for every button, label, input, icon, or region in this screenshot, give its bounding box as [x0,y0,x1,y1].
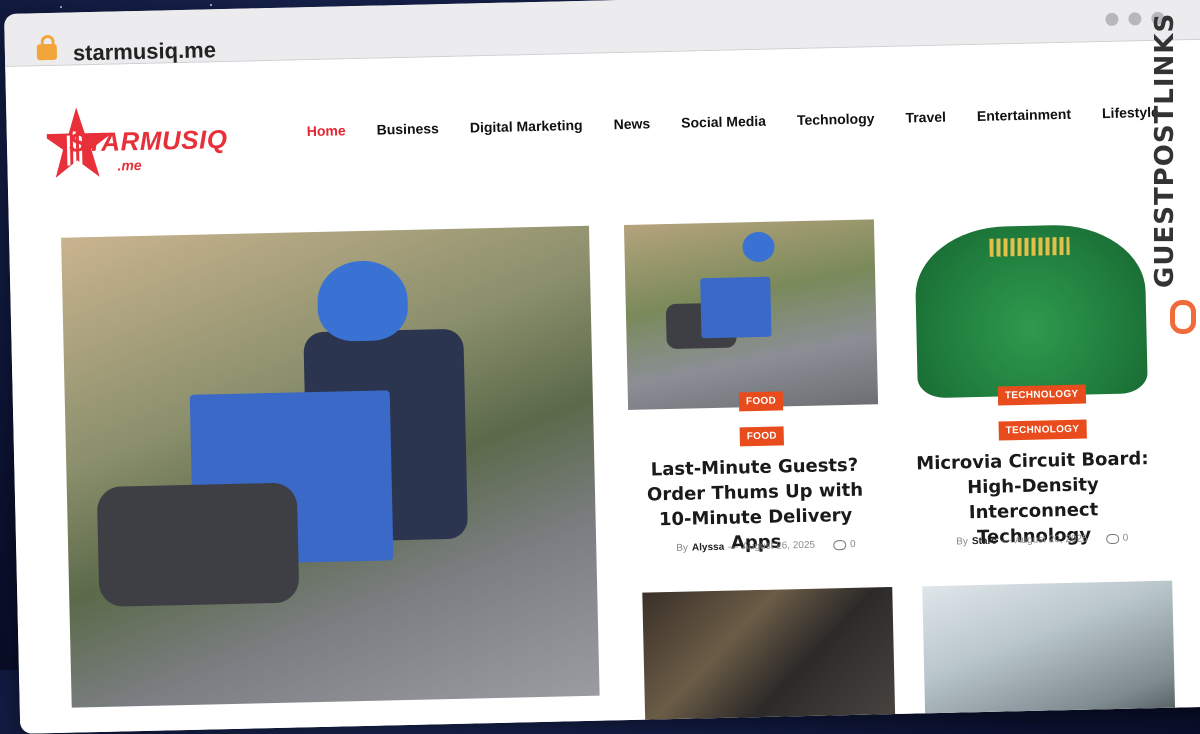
main-navigation: Home Business Digital Marketing News Soc… [307,103,1190,139]
featured-article-image[interactable] [61,225,600,708]
by-label: By [676,542,689,554]
helmet-shape [742,231,775,263]
category-badge[interactable]: FOOD [738,391,784,412]
logo-wordmark: STARMUSIQ [68,123,228,158]
nav-home[interactable]: Home [307,122,346,139]
article-thumbnail[interactable] [642,586,896,733]
lock-icon [36,43,58,61]
site-logo[interactable]: STARMUSIQ .me [46,101,278,186]
nav-entertainment[interactable]: Entertainment [977,106,1071,124]
nav-news[interactable]: News [613,115,650,132]
helmet-shape [316,259,409,342]
article-date: August 26, 2025 [742,539,816,553]
board-pins-shape [989,236,1070,257]
comment-icon[interactable] [1105,533,1119,544]
by-label: By [956,536,969,548]
meta-separator: — [1000,535,1012,547]
window-dot-icon[interactable] [1128,12,1142,26]
window-dot-icon[interactable] [1105,12,1119,27]
nav-travel[interactable]: Travel [905,109,946,126]
author-name[interactable]: Alyssa [692,542,724,554]
guestpostlinks-brand: GUESTPOSTLINKS [1150,13,1200,360]
meta-separator: — [728,541,739,553]
link-icon [1170,300,1196,334]
logo-domain: .me [117,156,142,174]
comment-count[interactable]: 0 [850,539,856,550]
category-badge[interactable]: FOOD [739,426,785,447]
star-decoration [60,6,62,8]
category-badge[interactable]: TECHNOLOGY [997,384,1086,406]
article-thumbnail[interactable] [922,580,1176,727]
star-decoration [210,4,212,6]
nav-social-media[interactable]: Social Media [681,113,766,131]
brand-wordmark: GUESTPOSTLINKS [1150,12,1180,288]
browser-window: starmusiq.me STARMUSIQ .me Home Business… [4,0,1200,734]
article-date: August 20, 2025 [1014,533,1088,547]
scooter-trunk-shape [96,482,300,607]
nav-digital-marketing[interactable]: Digital Marketing [470,117,583,136]
comment-count[interactable]: 0 [1123,533,1129,544]
category-badge[interactable]: TECHNOLOGY [998,419,1087,441]
author-name[interactable]: Starc [972,536,997,548]
article-thumbnail[interactable] [623,219,879,410]
nav-technology[interactable]: Technology [797,110,875,128]
website-content: STARMUSIQ .me Home Business Digital Mark… [5,39,1200,734]
article-thumbnail[interactable] [903,212,1159,404]
delivery-box-shape [700,276,772,339]
nav-business[interactable]: Business [376,120,439,137]
comment-icon[interactable] [832,539,847,550]
